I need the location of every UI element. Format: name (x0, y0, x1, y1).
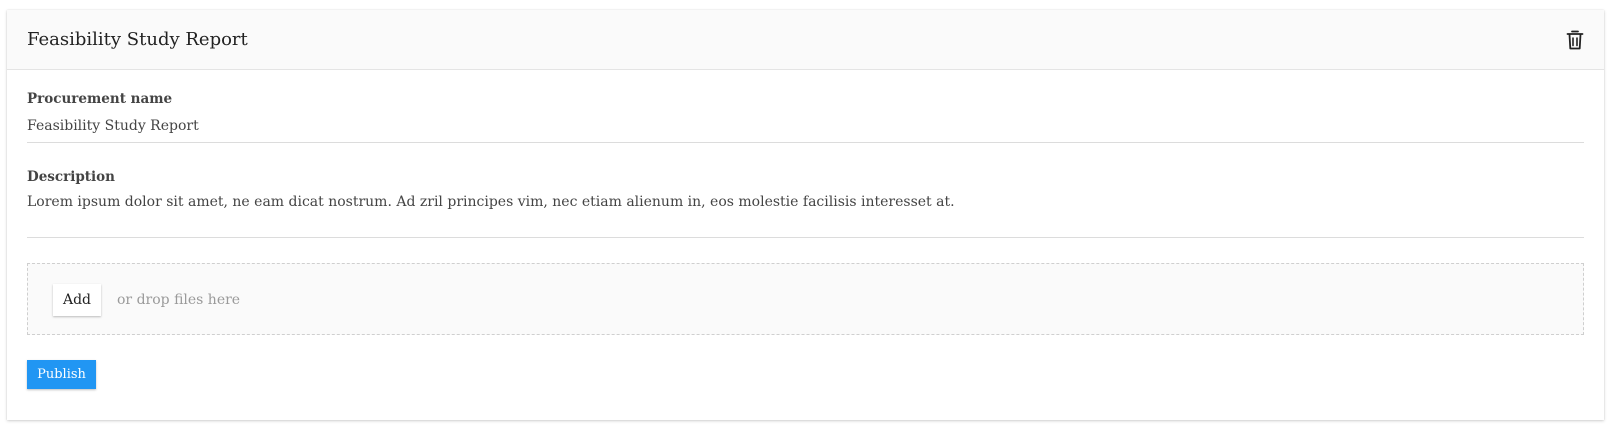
description-underline (27, 237, 1584, 238)
card-title: Feasibility Study Report (27, 29, 248, 50)
description-label: Description (27, 169, 115, 185)
procurement-name-underline (27, 142, 1584, 143)
procurement-card: Feasibility Study Report Procurement nam… (7, 10, 1604, 420)
add-file-button[interactable]: Add (53, 284, 101, 316)
procurement-name-field[interactable]: Feasibility Study Report (27, 118, 1584, 134)
card-header: Feasibility Study Report (7, 10, 1604, 70)
drop-files-hint: or drop files here (117, 292, 241, 308)
description-field[interactable]: Lorem ipsum dolor sit amet, ne eam dicat… (27, 194, 1584, 210)
trash-icon (1566, 30, 1584, 50)
publish-button[interactable]: Publish (27, 360, 96, 389)
procurement-name-label: Procurement name (27, 91, 173, 107)
file-dropzone[interactable]: Add or drop files here (27, 263, 1584, 335)
delete-button[interactable] (1564, 28, 1586, 52)
